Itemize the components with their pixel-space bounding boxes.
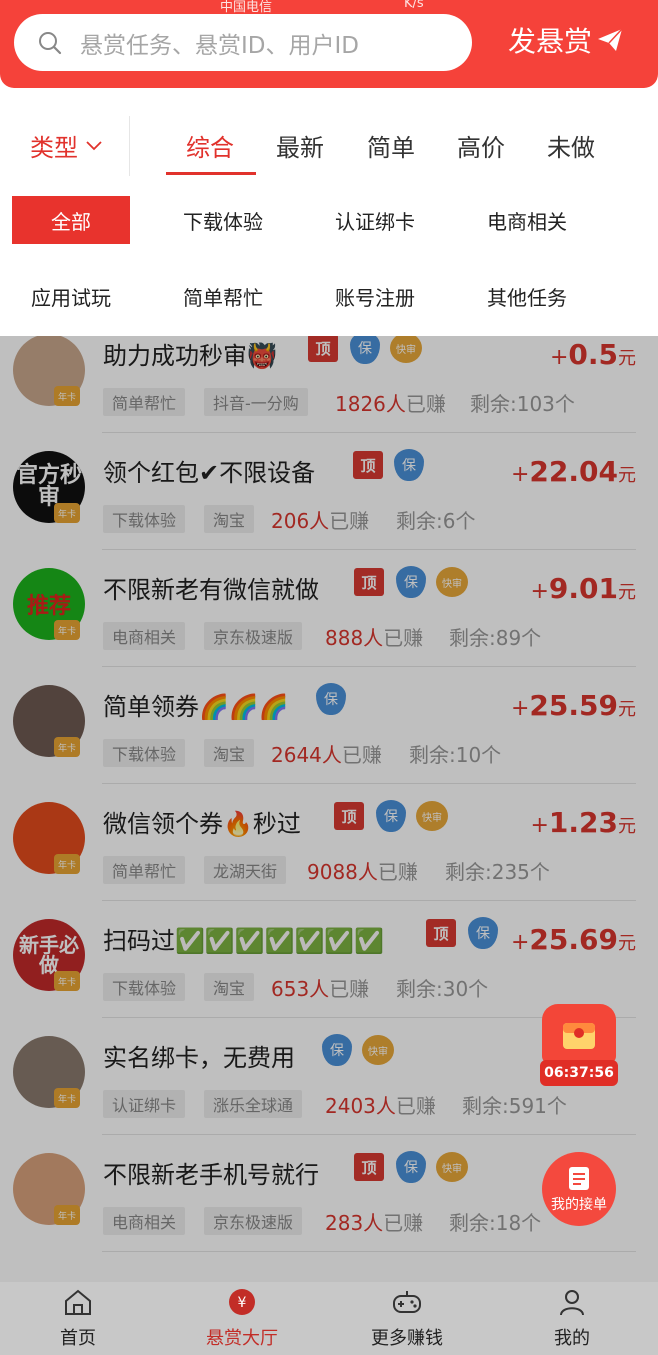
top-header: 中国电信 K/s 悬赏任务、悬赏ID、用户ID 发悬赏: [0, 0, 658, 88]
tab-simple[interactable]: 简单: [367, 128, 415, 163]
type-dropdown[interactable]: 类型: [30, 128, 102, 163]
nav-mine[interactable]: 我的: [517, 1288, 627, 1350]
nav-more-earn[interactable]: 更多赚钱: [352, 1288, 462, 1350]
search-input[interactable]: 悬赏任务、悬赏ID、用户ID: [14, 14, 472, 71]
category-app-trial[interactable]: 应用试玩: [12, 272, 130, 320]
nav-mine-label: 我的: [554, 1328, 590, 1349]
timer-countdown: 06:37:56: [540, 1060, 618, 1086]
tab-undone[interactable]: 未做: [547, 128, 595, 163]
tab-composite[interactable]: 综合: [186, 128, 234, 163]
type-label: 类型: [30, 134, 78, 162]
category-other[interactable]: 其他任务: [468, 272, 586, 320]
svg-text:¥: ¥: [238, 1295, 247, 1311]
status-net: K/s: [404, 0, 424, 11]
category-account-register[interactable]: 账号注册: [316, 272, 434, 320]
my-orders-button[interactable]: 我的接单: [542, 1152, 616, 1226]
category-all[interactable]: 全部: [12, 196, 130, 244]
tab-latest[interactable]: 最新: [276, 128, 324, 163]
category-simple-help[interactable]: 简单帮忙: [164, 272, 282, 320]
nav-more-earn-label: 更多赚钱: [371, 1328, 443, 1349]
active-tab-indicator: [166, 172, 256, 175]
nav-home-label: 首页: [60, 1328, 96, 1349]
filter-panel: 类型 综合 最新 简单 高价 未做 全部 下载体验 认证绑卡 电商相关 应用试玩…: [0, 88, 658, 336]
chevron-down-icon: [86, 140, 102, 150]
search-placeholder: 悬赏任务、悬赏ID、用户ID: [80, 32, 359, 59]
category-download[interactable]: 下载体验: [164, 196, 282, 244]
category-ecommerce[interactable]: 电商相关: [468, 196, 586, 244]
home-icon: [65, 1289, 91, 1315]
send-plane-icon: [598, 28, 623, 51]
nav-bounty-hall[interactable]: ¥ 悬赏大厅: [187, 1288, 297, 1350]
category-verify-card[interactable]: 认证绑卡: [316, 196, 434, 244]
red-packet-icon: [542, 1004, 616, 1064]
my-orders-label: 我的接单: [551, 1197, 607, 1213]
gamepad-icon: [393, 1291, 421, 1313]
nav-bounty-hall-label: 悬赏大厅: [206, 1328, 278, 1349]
red-packet-timer[interactable]: 06:37:56: [538, 1004, 620, 1086]
nav-home[interactable]: 首页: [23, 1288, 133, 1350]
bottom-nav: 首页 ¥ 悬赏大厅 更多赚钱 我的: [0, 1282, 658, 1355]
dim-overlay[interactable]: [0, 336, 658, 1282]
yuan-coin-icon: ¥: [229, 1289, 255, 1315]
post-bounty-button[interactable]: 发悬赏: [508, 20, 624, 60]
user-icon: [560, 1290, 584, 1316]
divider: [129, 116, 130, 176]
clipboard-icon: [569, 1167, 589, 1190]
search-icon: [39, 31, 62, 54]
post-bounty-label: 发悬赏: [508, 25, 593, 58]
tab-high-price[interactable]: 高价: [457, 128, 505, 163]
status-carrier: 中国电信: [220, 0, 273, 15]
